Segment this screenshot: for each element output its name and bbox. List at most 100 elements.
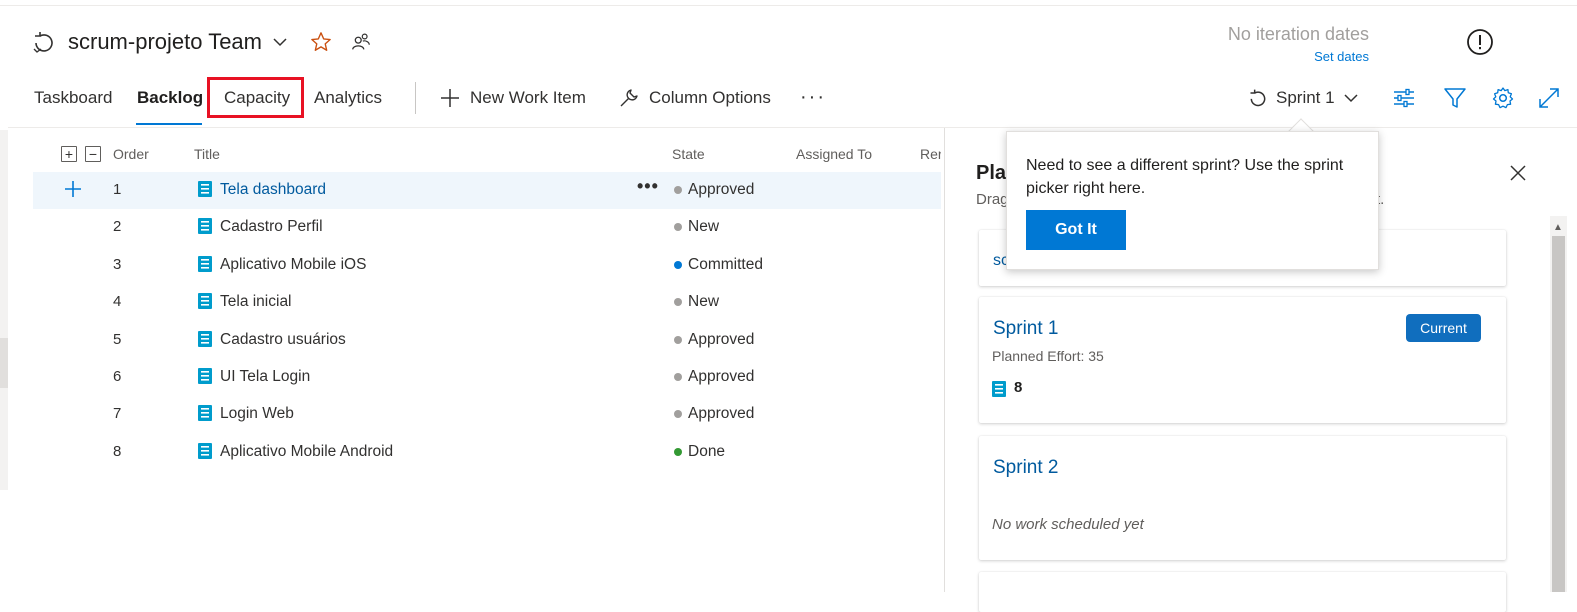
- sprint-cycle-icon: [1248, 88, 1268, 108]
- state-indicator: [674, 186, 682, 194]
- column-options-label: Column Options: [649, 88, 771, 107]
- row-order: 5: [113, 330, 122, 348]
- alert-icon[interactable]: [1466, 28, 1494, 56]
- row-title-link[interactable]: Aplicativo Mobile Android: [220, 443, 393, 461]
- table-row[interactable]: 1 Tela dashboard Approved •••: [33, 172, 941, 209]
- toolbar-divider: [8, 127, 1577, 128]
- add-child-plus-icon[interactable]: [63, 179, 83, 199]
- work-item-icon: [198, 293, 212, 310]
- expand-all-button[interactable]: +: [61, 146, 77, 162]
- tab-analytics[interactable]: Analytics: [314, 86, 382, 112]
- row-order: 4: [113, 293, 122, 311]
- sprint-cycle-icon: [32, 30, 56, 54]
- state-indicator: [674, 410, 682, 419]
- collapse-all-button[interactable]: −: [85, 146, 101, 162]
- more-actions-button[interactable]: ···: [800, 86, 826, 109]
- top-border: [0, 0, 1577, 6]
- state-indicator: [674, 335, 682, 344]
- column-header-title[interactable]: Title: [194, 146, 220, 162]
- sprint-card-title[interactable]: Sprint 1: [993, 318, 1058, 340]
- column-options-button[interactable]: Column Options: [619, 84, 771, 112]
- team-members-icon[interactable]: [350, 31, 372, 53]
- row-state: New: [688, 218, 720, 236]
- state-indicator: [674, 373, 682, 381]
- scrollbar-thumb[interactable]: [1552, 236, 1565, 592]
- scroll-up-arrow-icon[interactable]: ▲: [1553, 222, 1563, 233]
- sprint-card-next[interactable]: [979, 572, 1506, 612]
- left-nav-scroll[interactable]: [0, 338, 8, 388]
- row-state: Committed: [688, 255, 763, 273]
- view-options-icon[interactable]: [1392, 86, 1416, 110]
- row-title-link[interactable]: Cadastro usuários: [220, 331, 346, 349]
- new-work-item-button[interactable]: New Work Item: [440, 84, 586, 112]
- planned-effort: Planned Effort: 35: [992, 348, 1104, 364]
- table-row[interactable]: 8 Aplicativo Mobile Android Done: [33, 434, 941, 471]
- work-item-icon: [198, 405, 212, 422]
- state-indicator: [674, 223, 682, 232]
- state-indicator: [674, 298, 682, 307]
- row-more-actions-button[interactable]: •••: [637, 176, 659, 197]
- sprint-card-sprint-1[interactable]: Sprint 1 Current Planned Effort: 35 8: [979, 297, 1506, 423]
- table-row[interactable]: 4 Tela inicial New: [33, 284, 941, 321]
- chevron-down-icon[interactable]: [272, 34, 288, 50]
- work-item-icon: [198, 368, 212, 384]
- table-row[interactable]: 3 Aplicativo Mobile iOS Committed: [33, 247, 941, 284]
- work-item-icon: [992, 381, 1006, 397]
- work-item-icon: [198, 218, 212, 235]
- work-item-icon: [198, 255, 212, 272]
- set-dates-link[interactable]: Set dates: [1314, 49, 1369, 64]
- column-header-state[interactable]: State: [672, 146, 705, 162]
- plus-icon: [440, 88, 460, 108]
- column-header-assigned-to[interactable]: Assigned To: [796, 146, 872, 162]
- table-row[interactable]: 7 Login Web Approved: [33, 396, 941, 433]
- row-title-link[interactable]: Tela inicial: [220, 293, 292, 311]
- team-title[interactable]: scrum-projeto Team: [68, 29, 262, 55]
- left-nav-edge: [0, 130, 8, 490]
- column-header-remaining[interactable]: Rer: [920, 146, 941, 162]
- row-order: 6: [113, 368, 122, 385]
- row-state: Approved: [688, 405, 755, 423]
- sprint-card-title[interactable]: Sprint 2: [993, 457, 1058, 479]
- expand-icon[interactable]: [1537, 86, 1561, 110]
- got-it-button[interactable]: Got It: [1026, 210, 1126, 250]
- capacity-highlight-box: [207, 77, 304, 118]
- row-title-link[interactable]: Aplicativo Mobile iOS: [220, 256, 366, 274]
- row-title-link[interactable]: Tela dashboard: [220, 181, 326, 199]
- tab-taskboard[interactable]: Taskboard: [34, 86, 112, 112]
- row-state: Approved: [688, 330, 755, 348]
- wrench-icon: [619, 88, 639, 108]
- row-title-link[interactable]: UI Tela Login: [220, 368, 310, 386]
- no-work-scheduled: No work scheduled yet: [992, 516, 1144, 533]
- row-order: 2: [113, 218, 122, 236]
- sprint-picker-callout: Need to see a different sprint? Use the …: [1006, 131, 1379, 270]
- sprint-card-sprint-2[interactable]: Sprint 2 No work scheduled yet: [979, 436, 1506, 560]
- table-row[interactable]: 5 Cadastro usuários Approved: [33, 322, 941, 359]
- state-indicator: [674, 260, 682, 269]
- work-item-icon: [198, 442, 212, 459]
- filter-icon[interactable]: [1443, 86, 1467, 110]
- close-icon[interactable]: [1509, 164, 1527, 182]
- row-order: 1: [113, 181, 122, 198]
- row-order: 8: [113, 442, 122, 460]
- current-sprint-badge: Current: [1406, 314, 1481, 342]
- row-state: Done: [688, 442, 726, 460]
- row-title-link[interactable]: Cadastro Perfil: [220, 218, 323, 236]
- planning-pane-divider: [944, 128, 945, 592]
- gear-icon[interactable]: [1491, 86, 1515, 110]
- table-row[interactable]: 2 Cadastro Perfil New: [33, 209, 941, 246]
- row-state: Approved: [688, 368, 755, 385]
- iteration-dates-status: No iteration dates: [1227, 24, 1369, 44]
- page-header: scrum-projeto Team: [32, 26, 372, 58]
- row-order: 7: [113, 405, 122, 423]
- sprint-picker[interactable]: Sprint 1: [1248, 84, 1359, 112]
- row-state: New: [688, 293, 720, 311]
- star-icon[interactable]: [310, 31, 332, 53]
- column-header-order[interactable]: Order: [113, 146, 149, 162]
- callout-text: Need to see a different sprint? Use the …: [1026, 157, 1344, 197]
- table-row[interactable]: 6 UI Tela Login Approved: [33, 359, 941, 396]
- row-title-link[interactable]: Login Web: [220, 405, 294, 423]
- new-work-item-label: New Work Item: [470, 88, 586, 107]
- chevron-down-icon: [1343, 90, 1359, 106]
- tab-backlog[interactable]: Backlog: [137, 86, 203, 112]
- planning-pane-title: Pla: [976, 162, 1007, 184]
